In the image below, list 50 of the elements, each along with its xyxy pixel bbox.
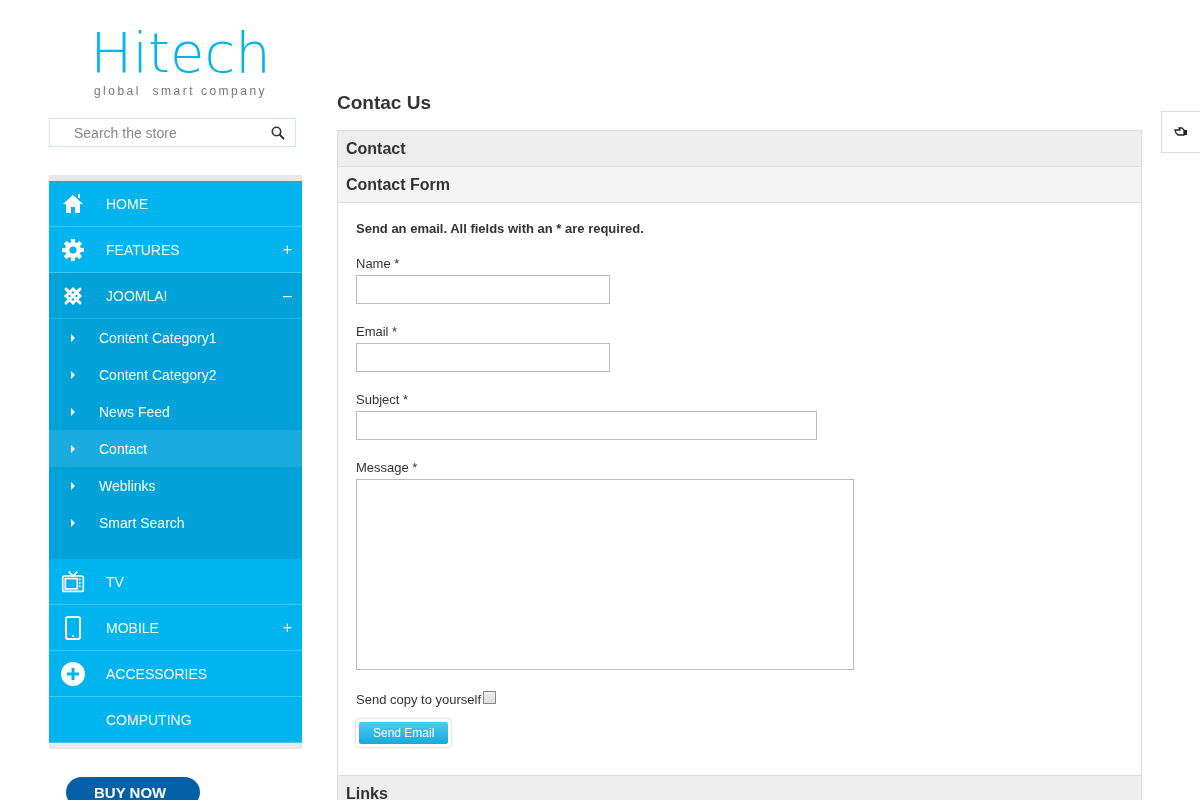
caret-icon <box>70 444 76 453</box>
toggle-sign[interactable]: + <box>282 240 292 259</box>
field-label: Name * <box>356 256 401 271</box>
submenu-item[interactable]: Content Category1 <box>49 319 302 356</box>
field-label: Subject * <box>356 392 410 407</box>
page-title: Contac Us <box>337 92 432 114</box>
toggle-sign[interactable]: – <box>283 286 292 305</box>
input-field[interactable] <box>356 411 817 440</box>
hand-pointer-icon <box>1174 126 1188 138</box>
submenu-item[interactable]: Contact <box>49 430 302 467</box>
search-field[interactable]: Search the store <box>49 118 296 147</box>
section-header: Contact Form <box>338 167 1141 203</box>
submenu-item[interactable]: Weblinks <box>49 467 302 504</box>
menu-item[interactable]: JOOMLA! – <box>49 273 302 319</box>
toggle-sign[interactable]: + <box>282 618 292 637</box>
menu-item[interactable]: ACCESSORIES <box>49 651 302 697</box>
send-email-button[interactable]: Send Email <box>359 722 449 744</box>
caret-icon <box>70 333 76 342</box>
plus-circle-icon <box>61 661 85 686</box>
caret-icon <box>70 518 76 527</box>
field-label: Message * <box>356 460 419 475</box>
logo-tagline: global smart company <box>93 84 268 98</box>
caret-icon <box>70 370 76 379</box>
field-label: Email * <box>356 324 399 339</box>
hand-pointer-button[interactable] <box>1161 111 1200 153</box>
checkbox[interactable] <box>483 691 497 704</box>
form-intro: Send an email. All fields with an * are required. <box>356 221 645 236</box>
tv-icon <box>61 568 85 595</box>
submenu-item[interactable]: Smart Search <box>49 504 302 541</box>
caret-icon <box>70 407 76 416</box>
submenu-item[interactable]: News Feed <box>49 393 302 430</box>
menu-item[interactable]: HOME <box>49 181 302 227</box>
checkbox-label: Send copy to yourself <box>356 692 482 707</box>
caret-icon <box>70 481 76 490</box>
section-header: Links <box>338 776 1141 800</box>
input-field[interactable] <box>356 343 610 372</box>
menu-item[interactable]: MOBILE + <box>49 605 302 651</box>
gear-icon <box>61 237 85 262</box>
home-icon <box>61 191 85 216</box>
submenu-item[interactable]: Content Category2 <box>49 356 302 393</box>
search-icon <box>271 125 285 140</box>
input-field[interactable] <box>356 275 610 304</box>
section-header: Contact <box>338 131 1141 167</box>
mobile-phone-icon <box>65 615 81 640</box>
logo-wordmark: Hitech <box>90 22 271 84</box>
buy-now-button[interactable]: BUY NOW <box>66 777 201 800</box>
menu-item[interactable]: TV <box>49 559 302 605</box>
menu-item[interactable]: FEATURES + <box>49 227 302 273</box>
message-textarea[interactable] <box>356 479 854 670</box>
menu-item[interactable]: COMPUTING <box>49 697 302 743</box>
